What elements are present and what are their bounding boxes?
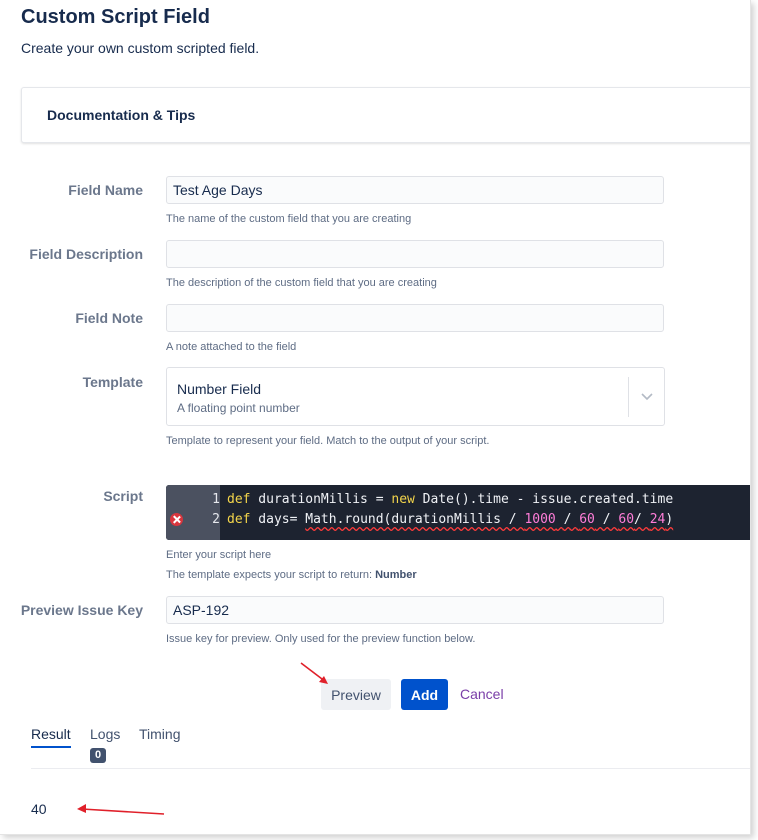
template-help: Template to represent your field. Match … (166, 435, 490, 447)
code-error-span: Math.round(durationMillis / 1000 / 60 / … (305, 512, 673, 527)
field-note-label: Field Note (75, 310, 143, 326)
code-line-1[interactable]: def durationMillis = new Date().time - i… (227, 492, 673, 507)
template-select[interactable]: Number Field A floating point number (166, 367, 665, 426)
field-description-input[interactable] (166, 240, 664, 268)
code-text: Math.round(durationMillis / (305, 512, 525, 527)
tabs-divider (31, 768, 750, 769)
code-text: / (555, 512, 580, 527)
add-button[interactable]: Add (401, 679, 448, 710)
script-editor[interactable]: 1 2 def durationMillis = new Date().time… (166, 485, 750, 540)
result-value: 40 (31, 801, 47, 817)
code-keyword: def (227, 512, 251, 527)
tab-logs[interactable]: Logs (90, 726, 120, 742)
tab-timing[interactable]: Timing (139, 726, 181, 742)
code-number: 60 (618, 512, 635, 527)
field-note-input[interactable] (166, 304, 664, 332)
code-keyword: def (227, 492, 251, 507)
template-selected-description: A floating point number (177, 401, 300, 415)
preview-issue-key-label: Preview Issue Key (20, 602, 143, 618)
template-label: Template (82, 374, 143, 390)
code-number: 24 (649, 512, 666, 527)
line-number: 2 (212, 512, 220, 527)
chevron-down-icon[interactable] (639, 388, 655, 404)
script-return-help-text: The template expects your script to retu… (166, 569, 376, 581)
code-number: 60 (579, 512, 595, 527)
custom-script-field-page: Custom Script Field Create your own cust… (0, 0, 751, 835)
preview-issue-key-help: Issue key for preview. Only used for the… (166, 633, 476, 645)
code-text: ) (665, 512, 674, 527)
script-return-type: Number (375, 569, 417, 581)
documentation-title[interactable]: Documentation & Tips (47, 107, 195, 123)
template-selected-value: Number Field (177, 381, 262, 397)
script-help: Enter your script here (166, 549, 272, 561)
line-number: 1 (212, 492, 220, 507)
code-text: / (634, 512, 650, 527)
field-description-help: The description of the custom field that… (166, 277, 437, 289)
code-text: Date().time - issue.created.time (414, 492, 674, 507)
code-text: durationMillis = (250, 492, 392, 507)
logs-count-badge: 0 (90, 748, 106, 763)
field-name-label: Field Name (68, 182, 143, 198)
code-text: / (594, 512, 619, 527)
code-text: days= (250, 512, 306, 527)
template-select-separator (628, 377, 629, 417)
field-name-help: The name of the custom field that you ar… (166, 213, 412, 225)
field-description-label: Field Description (29, 246, 143, 262)
preview-button[interactable]: Preview (321, 679, 391, 710)
code-number: 1000 (524, 512, 556, 527)
page-title: Custom Script Field (21, 6, 210, 28)
documentation-panel[interactable]: Documentation & Tips (21, 87, 750, 143)
code-line-2[interactable]: def days= Math.round(durationMillis / 10… (227, 512, 673, 527)
editor-gutter: 1 2 (166, 485, 220, 540)
page-subtitle: Create your own custom scripted field. (21, 40, 260, 56)
code-keyword: new (391, 492, 415, 507)
tab-result[interactable]: Result (31, 726, 71, 742)
annotation-arrow-icon (77, 804, 165, 815)
field-note-help: A note attached to the field (166, 341, 297, 353)
field-name-input[interactable] (166, 176, 664, 204)
script-label: Script (103, 488, 143, 504)
script-return-help: The template expects your script to retu… (166, 569, 417, 581)
cancel-link[interactable]: Cancel (460, 686, 504, 702)
tab-result-underline (31, 746, 71, 748)
preview-issue-key-input[interactable] (166, 596, 664, 624)
